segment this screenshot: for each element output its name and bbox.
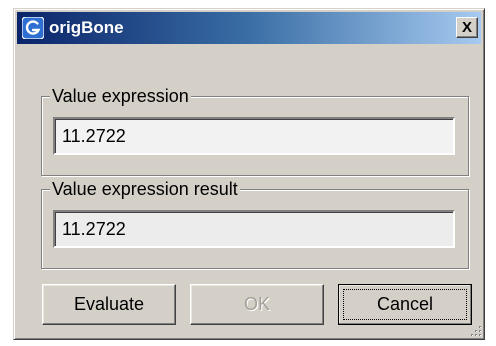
value-expression-result-group: Value expression result — [41, 178, 469, 269]
app-logo-icon — [22, 17, 44, 39]
ok-button-label: OK — [243, 294, 270, 314]
close-icon: X — [461, 19, 472, 36]
value-expression-result-label: Value expression result — [50, 178, 240, 200]
value-expression-input[interactable] — [53, 117, 455, 155]
window-title: origBone — [49, 18, 124, 37]
evaluate-button-label: Evaluate — [73, 294, 145, 314]
expression-dialog: origBone X Value expression Value expres… — [13, 8, 485, 340]
ok-button[interactable]: OK — [190, 284, 324, 325]
cancel-button-label: Cancel — [376, 294, 434, 314]
title-bar[interactable]: origBone X — [17, 12, 481, 44]
value-expression-result-field[interactable] — [53, 210, 455, 248]
value-expression-group: Value expression — [41, 85, 469, 176]
value-expression-label: Value expression — [50, 85, 191, 107]
close-button[interactable]: X — [456, 17, 478, 38]
size-grip-icon[interactable] — [468, 323, 482, 337]
evaluate-button[interactable]: Evaluate — [42, 284, 176, 325]
cancel-button[interactable]: Cancel — [338, 284, 472, 325]
